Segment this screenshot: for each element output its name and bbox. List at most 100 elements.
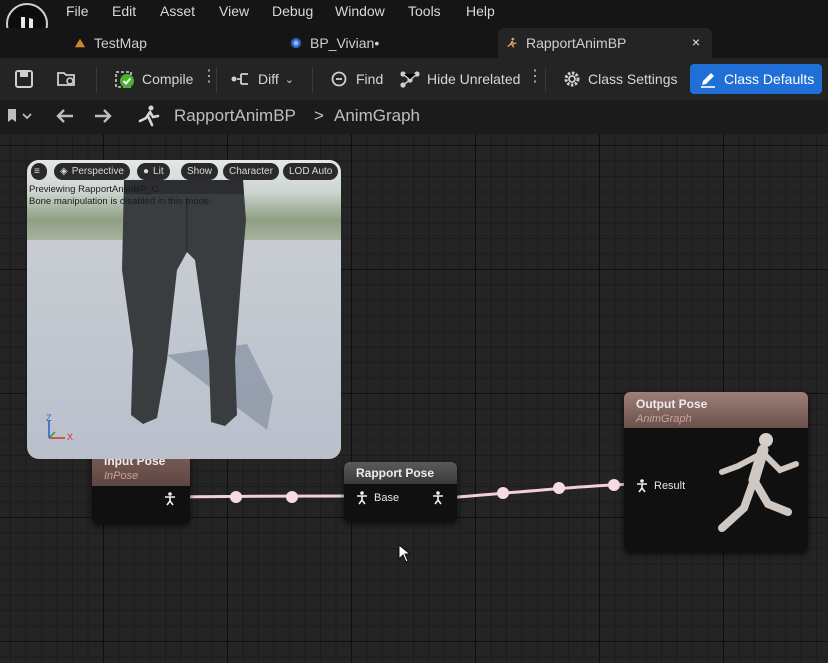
find-binoculars-icon xyxy=(331,71,347,87)
breadcrumb-current[interactable]: AnimGraph xyxy=(334,106,420,126)
show-button[interactable]: Show xyxy=(181,163,219,180)
tab-label: RapportAnimBP xyxy=(526,35,627,51)
base-input-pin[interactable]: Base xyxy=(356,491,399,505)
cube-icon: ◈ xyxy=(60,166,68,177)
node-subtitle: AnimGraph xyxy=(636,413,692,425)
back-button[interactable] xyxy=(54,107,76,130)
tab-testmap[interactable]: TestMap xyxy=(66,28,246,58)
wire-reroute-dot xyxy=(286,491,298,503)
toolbar-divider xyxy=(312,68,313,92)
anim-blueprint-icon xyxy=(136,105,160,132)
toolbar-divider xyxy=(545,68,546,92)
menu-help[interactable]: Help xyxy=(466,3,495,19)
hamburger-menu-icon: ≡ xyxy=(34,166,40,177)
perspective-label: Perspective xyxy=(71,166,124,177)
bookmark-button[interactable] xyxy=(6,107,34,130)
menu-view[interactable]: View xyxy=(219,3,249,19)
compile-label: Compile xyxy=(142,71,194,87)
breadcrumb-bar: RapportAnimBP > AnimGraph xyxy=(0,100,828,134)
menu-edit[interactable]: Edit xyxy=(112,3,136,19)
edit-pencil-icon xyxy=(701,73,715,88)
result-input-pin[interactable]: Result xyxy=(636,479,685,493)
pin-label: Base xyxy=(374,492,400,504)
menu-window[interactable]: Window xyxy=(335,3,385,19)
menu-file[interactable]: File xyxy=(66,3,89,19)
node-title: Output Pose xyxy=(636,397,708,411)
tab-rapportanimbp[interactable]: RapportAnimBP × xyxy=(498,28,712,58)
anim-blueprint-icon xyxy=(507,37,517,48)
tab-label: BP_Vivian• xyxy=(310,35,380,51)
tab-bp-vivian[interactable]: BP_Vivian• xyxy=(282,28,482,58)
class-defaults-button[interactable]: Class Defaults xyxy=(690,64,823,94)
gear-icon xyxy=(564,71,580,87)
wire-reroute-dot xyxy=(497,487,509,499)
save-button[interactable] xyxy=(14,64,34,94)
bookmark-icon xyxy=(8,109,32,122)
breadcrumb-root[interactable]: RapportAnimBP xyxy=(174,106,296,126)
preview-viewport[interactable]: ≡ ◈ Perspective ● Lit Show Character LOD… xyxy=(27,160,341,459)
perspective-button[interactable]: ◈ Perspective xyxy=(54,163,130,180)
blueprint-toolbar: Compile ⋮ Diff ⌄ Find Hide Unrelated ⋮ C xyxy=(0,58,828,100)
pose-pin-icon xyxy=(433,491,443,505)
output-pose-pin[interactable] xyxy=(164,492,176,506)
browse-folder-icon xyxy=(57,72,75,86)
lod-label: LOD Auto xyxy=(289,166,333,177)
diff-button[interactable]: Diff ⌄ xyxy=(230,64,294,94)
wire-reroute-dot xyxy=(230,491,242,503)
pin-label: Result xyxy=(654,480,686,492)
lit-sphere-icon: ● xyxy=(143,166,150,177)
axis-z-label: Z xyxy=(46,413,52,423)
mouse-cursor-icon xyxy=(398,544,412,563)
forward-button[interactable] xyxy=(92,107,114,130)
wire-input-to-rapport xyxy=(179,494,357,499)
class-settings-button[interactable]: Class Settings xyxy=(562,64,677,94)
output-pose-pin[interactable] xyxy=(432,491,444,505)
lod-button[interactable]: LOD Auto xyxy=(283,163,339,180)
breadcrumb-separator: > xyxy=(314,106,324,125)
character-button[interactable]: Character xyxy=(223,163,279,180)
close-icon[interactable]: × xyxy=(692,34,700,50)
more-options-icon[interactable]: ⋮ xyxy=(527,66,543,86)
lit-label: Lit xyxy=(153,166,164,177)
hide-unrelated-button[interactable]: Hide Unrelated xyxy=(399,64,520,94)
lit-button[interactable]: ● Lit xyxy=(137,163,170,180)
pose-pin-icon xyxy=(357,491,367,505)
find-button[interactable]: Find xyxy=(330,64,383,94)
arrow-right-icon xyxy=(95,109,112,123)
menu-debug[interactable]: Debug xyxy=(272,3,313,19)
output-pose-node[interactable]: Output Pose AnimGraph Result xyxy=(624,392,808,552)
show-label: Show xyxy=(187,166,213,177)
document-tab-bar: TestMap BP_Vivian• RapportAnimBP × xyxy=(0,28,828,58)
find-label: Find xyxy=(356,71,384,87)
running-mannequin-icon xyxy=(718,433,799,532)
browse-button[interactable] xyxy=(56,64,78,94)
menu-asset[interactable]: Asset xyxy=(160,3,195,19)
node-subtitle: InPose xyxy=(104,470,139,482)
hide-unrelated-label: Hide Unrelated xyxy=(427,71,521,87)
wire-reroute-dot xyxy=(608,479,620,491)
level-icon xyxy=(74,38,86,48)
compile-options-icon[interactable]: ⋮ xyxy=(201,66,217,86)
compile-check-icon xyxy=(115,71,134,88)
pose-pin-icon xyxy=(637,479,647,493)
toolbar-divider xyxy=(96,68,97,92)
diff-label: Diff xyxy=(258,71,279,87)
node-title: Rapport Pose xyxy=(356,466,435,480)
character-label: Character xyxy=(229,166,273,177)
compile-button[interactable]: Compile xyxy=(114,64,193,94)
viewport-menu-button[interactable]: ≡ xyxy=(31,163,47,180)
toolbar-divider xyxy=(216,68,217,92)
axis-x-label: X xyxy=(67,432,74,442)
menu-tools[interactable]: Tools xyxy=(408,3,441,19)
wire-reroute-dot xyxy=(553,482,565,494)
diff-icon xyxy=(231,73,248,85)
menu-bar: File Edit Asset View Debug Window Tools … xyxy=(0,0,828,45)
class-defaults-label: Class Defaults xyxy=(724,71,815,87)
pose-pin-icon xyxy=(165,492,175,506)
wire-rapport-to-output xyxy=(445,482,635,500)
rapport-pose-node[interactable]: Rapport Pose Base xyxy=(344,462,457,522)
tab-label: TestMap xyxy=(94,35,147,51)
class-settings-label: Class Settings xyxy=(588,71,678,87)
chevron-down-icon: ⌄ xyxy=(284,73,294,86)
blueprint-icon xyxy=(290,37,302,49)
